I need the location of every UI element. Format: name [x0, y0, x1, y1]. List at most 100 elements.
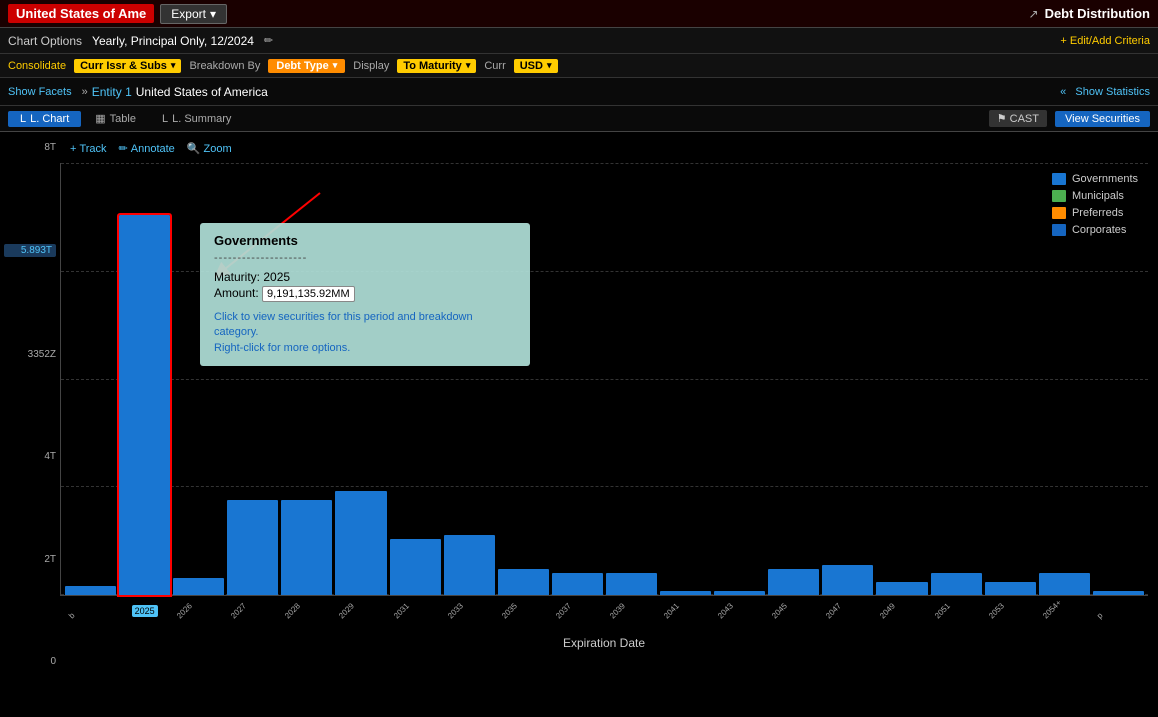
bar-group[interactable]: p: [1093, 163, 1144, 595]
tab-chart[interactable]: L L. Chart: [8, 111, 81, 127]
bar-group[interactable]: 2054+: [1039, 163, 1090, 595]
zoom-button[interactable]: 🔍 Zoom: [187, 142, 232, 155]
y-label-8t: 8T: [4, 142, 56, 153]
bar-x-label: 2031: [392, 601, 411, 620]
tab-summary[interactable]: L L. Summary: [150, 111, 243, 127]
chart-bar[interactable]: [498, 569, 549, 595]
summary-tab-icon: L: [162, 113, 168, 125]
edit-pencil-icon[interactable]: ✏: [264, 34, 273, 47]
show-statistics-button[interactable]: « Show Statistics: [1060, 86, 1150, 98]
track-icon: +: [70, 143, 76, 155]
annotate-button[interactable]: ✏ Annotate: [119, 142, 175, 155]
bar-x-label: b: [67, 611, 77, 621]
chart-bar[interactable]: [876, 582, 927, 595]
tooltip-maturity: Maturity: 2025: [214, 270, 516, 284]
chart-bar[interactable]: [822, 565, 873, 595]
bar-group[interactable]: 2047: [822, 163, 873, 595]
chart-bar[interactable]: [768, 569, 819, 595]
debt-distribution-label: Debt Distribution: [1045, 6, 1150, 21]
bar-x-label: 2039: [608, 601, 627, 620]
display-label: Display: [353, 60, 389, 72]
breakdown-dropdown[interactable]: Debt Type ▾: [268, 59, 345, 73]
chart-bar[interactable]: [119, 215, 170, 595]
edit-add-criteria-button[interactable]: + Edit/Add Criteria: [1060, 35, 1150, 47]
facets-arrow-icon: »: [82, 86, 88, 98]
bar-group[interactable]: 2053: [985, 163, 1036, 595]
chart-bar[interactable]: [390, 539, 441, 595]
bar-x-label: 2051: [933, 601, 952, 620]
zoom-icon: 🔍: [187, 142, 201, 155]
bar-group[interactable]: 2045: [768, 163, 819, 595]
chart-bar[interactable]: [444, 535, 495, 595]
bar-x-label: 2028: [283, 601, 302, 620]
bar-group[interactable]: 2037: [552, 163, 603, 595]
chart-bar[interactable]: [281, 500, 332, 595]
bar-group[interactable]: 2049: [876, 163, 927, 595]
bar-group[interactable]: 2025: [119, 163, 170, 595]
facets-row: Show Facets » Entity 1 United States of …: [0, 78, 1158, 106]
track-button[interactable]: + Track: [70, 143, 107, 155]
bar-x-label: 2029: [337, 601, 356, 620]
chart-bar[interactable]: [173, 578, 224, 595]
chart-bar[interactable]: [714, 591, 765, 595]
display-arrow-icon: ▾: [466, 60, 471, 71]
tab-row: L L. Chart ▦ Table L L. Summary ⚑ CAST V…: [0, 106, 1158, 132]
debt-dist-icon: ↗: [1029, 7, 1039, 21]
breakdown-arrow-icon: ▾: [333, 60, 338, 71]
bar-group[interactable]: 2041: [660, 163, 711, 595]
y-label-0: 0: [4, 656, 56, 667]
bar-x-label: 2035: [500, 601, 519, 620]
options-row: Chart Options Yearly, Principal Only, 12…: [0, 28, 1158, 54]
curr-label: Curr: [484, 60, 505, 72]
entity-name: United States of America: [136, 85, 268, 99]
export-button[interactable]: Export ▾: [160, 4, 227, 24]
y-label-5893t: 5.893T: [4, 244, 56, 257]
bar-group[interactable]: 2043: [714, 163, 765, 595]
top-bar-right: ↗ Debt Distribution: [1029, 6, 1151, 21]
chart-bar[interactable]: [65, 586, 116, 595]
chart-bar[interactable]: [552, 573, 603, 595]
tab-table[interactable]: ▦ Table: [83, 110, 148, 127]
chart-toolbar: + Track ✏ Annotate 🔍 Zoom: [60, 142, 1148, 155]
consolidate-dropdown[interactable]: Curr Issr & Subs ▾: [74, 59, 181, 73]
show-facets-button[interactable]: Show Facets: [8, 86, 72, 98]
dropdown-arrow-icon: ▾: [171, 60, 176, 71]
table-tab-icon: ▦: [95, 112, 105, 125]
bar-group[interactable]: b: [65, 163, 116, 595]
chart-options-value: Yearly, Principal Only, 12/2024: [92, 34, 254, 48]
bar-x-label: 2054+: [1041, 598, 1063, 620]
currency-arrow-icon: ▾: [547, 60, 552, 71]
breakdown-label: Breakdown By: [189, 60, 260, 72]
chart-bar[interactable]: [1039, 573, 1090, 595]
view-securities-button[interactable]: View Securities: [1055, 111, 1150, 127]
chart-bar[interactable]: [606, 573, 657, 595]
chart-bar[interactable]: [931, 573, 982, 595]
bar-group[interactable]: 2051: [931, 163, 982, 595]
bar-x-label: 2025: [132, 605, 158, 617]
tooltip: Governments -------------------- Maturit…: [200, 223, 530, 366]
bar-group[interactable]: 2039: [606, 163, 657, 595]
bar-x-label: 2045: [770, 601, 789, 620]
annotate-icon: ✏: [119, 142, 128, 155]
x-axis-label: Expiration Date: [60, 636, 1148, 650]
display-dropdown[interactable]: To Maturity ▾: [397, 59, 476, 73]
bar-x-label: 2027: [229, 601, 248, 620]
cast-button[interactable]: ⚑ CAST: [989, 110, 1047, 127]
tooltip-maturity-value: 2025: [263, 270, 290, 284]
chart-bar[interactable]: [660, 591, 711, 595]
tooltip-amount-value: 9,191,135.92MM: [262, 286, 355, 302]
chart-bar[interactable]: [227, 500, 278, 595]
tooltip-note: Click to view securities for this period…: [214, 310, 516, 356]
currency-dropdown[interactable]: USD ▾: [514, 59, 558, 73]
chart-bar[interactable]: [335, 491, 386, 595]
chart-bar[interactable]: [1093, 591, 1144, 595]
bar-x-label: p: [1095, 611, 1105, 621]
chart-bar[interactable]: [985, 582, 1036, 595]
consolidate-label: Consolidate: [8, 60, 66, 72]
bar-x-label: 2026: [175, 601, 194, 620]
tooltip-amount: Amount: 9,191,135.92MM: [214, 286, 516, 302]
y-label-3352z: 3352Z: [4, 349, 56, 360]
entity-title[interactable]: United States of Ame: [8, 4, 154, 23]
bar-x-label: 2049: [878, 601, 897, 620]
top-bar-left: United States of Ame Export ▾: [8, 4, 227, 24]
